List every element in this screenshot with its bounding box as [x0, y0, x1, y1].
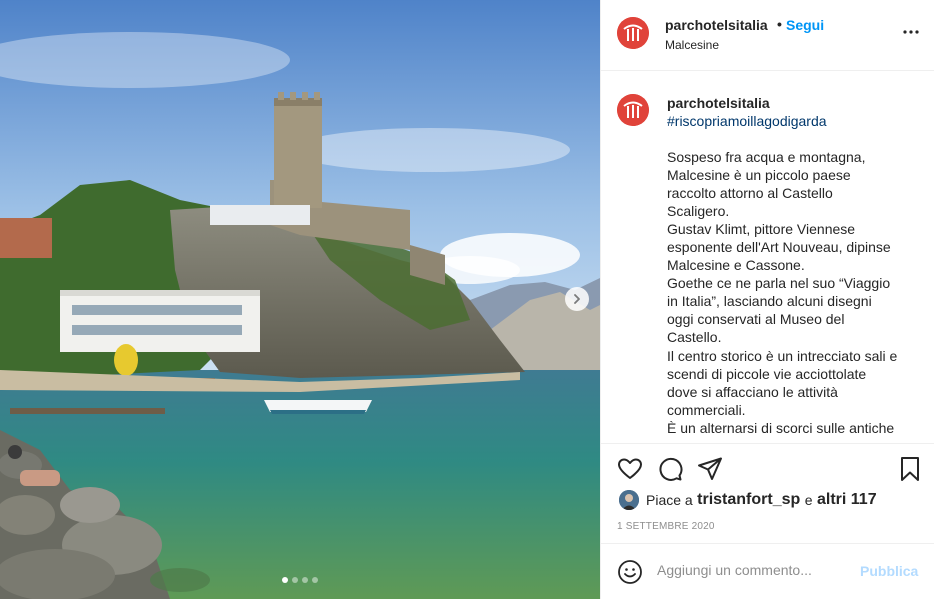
- liker-username[interactable]: tristanfort_sp: [697, 491, 800, 509]
- post-photo[interactable]: [0, 0, 600, 599]
- carousel-next-button[interactable]: [565, 287, 589, 311]
- share-paper-plane-icon[interactable]: [697, 456, 723, 482]
- post-actions: Piace a tristanfort_sp e altri 117 1 SET…: [601, 443, 934, 543]
- caption-line: dove si affacciano le attività: [667, 383, 838, 400]
- publish-button[interactable]: Pubblica: [860, 563, 918, 579]
- caption-text: Sospeso fra acqua e montagna, Malcesine …: [667, 148, 925, 437]
- caption-line: Sospeso fra acqua e montagna,: [667, 149, 866, 165]
- likes-conj: e: [804, 492, 813, 508]
- carousel-dot: [302, 577, 308, 583]
- caption-line: Gustav Klimt, pittore Viennese: [667, 221, 856, 238]
- carousel-dot-active: [282, 577, 288, 583]
- brand-logo-icon: [617, 94, 649, 126]
- like-heart-icon[interactable]: [617, 456, 643, 482]
- caption-hashtag[interactable]: #riscopriamoillagodigarda: [667, 113, 827, 129]
- caption-line: Scaligero.: [667, 203, 730, 220]
- caption-line: Castello.: [667, 329, 722, 346]
- likes-prefix: Piace a: [646, 492, 693, 508]
- comment-bubble-icon[interactable]: [657, 456, 683, 482]
- liker-avatar-image: [619, 490, 639, 510]
- carousel-dot: [292, 577, 298, 583]
- more-horizontal-icon[interactable]: [903, 24, 919, 40]
- caption-line: Malcesine è un piccolo paese: [667, 167, 851, 184]
- author-username[interactable]: parchotelsitalia: [665, 17, 768, 33]
- follow-button[interactable]: Segui: [786, 17, 824, 33]
- emoji-smiley-icon[interactable]: [617, 559, 643, 585]
- caption-line: È un alternarsi di scorci sulle antiche: [667, 419, 895, 436]
- chevron-right-icon: [574, 294, 580, 304]
- brand-logo-icon: [617, 17, 649, 49]
- save-bookmark-icon[interactable]: [897, 456, 923, 482]
- carousel-dot: [312, 577, 318, 583]
- caption-line: Il centro storico è un intrecciato sali …: [667, 347, 898, 364]
- post-caption: parchotelsitalia #riscopriamoillagodigar…: [601, 72, 934, 443]
- post-header: parchotelsitalia • Segui Malcesine: [601, 0, 934, 71]
- carousel-indicator: [282, 577, 318, 583]
- post-date[interactable]: 1 SETTEMBRE 2020: [617, 521, 715, 532]
- comment-input[interactable]: [657, 562, 857, 578]
- caption-line: Malcesine e Cassone.: [667, 257, 805, 274]
- header-separator: •: [777, 16, 782, 32]
- caption-line: Goethe ce ne parla nel suo “Viaggio: [667, 275, 891, 292]
- caption-username[interactable]: parchotelsitalia: [667, 95, 770, 111]
- likes-summary: Piace a tristanfort_sp e altri 117: [619, 490, 877, 510]
- caption-line: esponente dell'Art Nouveau, dipinse: [667, 239, 891, 256]
- likes-others-link[interactable]: altri 117: [817, 491, 877, 509]
- caption-line: scendi di piccole vie acciottolate: [667, 365, 867, 382]
- caption-line: oggi conservati al Museo del: [667, 311, 845, 328]
- caption-avatar[interactable]: [617, 94, 649, 126]
- caption-line: commerciali.: [667, 401, 746, 418]
- caption-line: in Italia”, lasciando alcuni disegni: [667, 293, 872, 310]
- author-avatar[interactable]: [617, 17, 649, 49]
- comment-form: Pubblica: [601, 543, 934, 599]
- post-location[interactable]: Malcesine: [665, 38, 719, 52]
- post-photo-image: [0, 0, 600, 599]
- liker-avatar[interactable]: [619, 490, 639, 510]
- caption-line: raccolto attorno al Castello: [667, 185, 833, 202]
- post-side-panel: parchotelsitalia • Segui Malcesine parch…: [600, 0, 934, 599]
